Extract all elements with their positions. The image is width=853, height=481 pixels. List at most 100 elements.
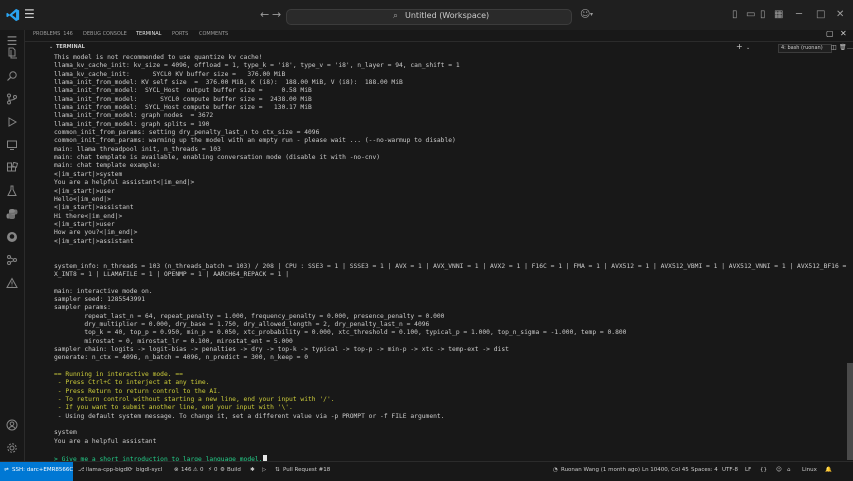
minimize-icon[interactable]: ─ <box>796 9 802 20</box>
copilot-status-icon[interactable]: ☺ <box>776 467 782 473</box>
remote-explorer-icon[interactable] <box>4 137 20 153</box>
chevron-down-icon[interactable]: ⌄ <box>746 45 750 51</box>
os-label[interactable]: Linux <box>802 467 817 473</box>
terminal-line: sampler seed: 1285543991 <box>54 295 145 303</box>
activity-bar: ☰ <box>0 30 25 461</box>
build-label[interactable]: Build <box>227 467 241 473</box>
terminal-line: == Running in interactive mode. == <box>54 371 183 379</box>
terminal-line: Hi there<|im_end|> <box>54 212 123 220</box>
terminal-line: - Press Return to return control to the … <box>54 387 221 395</box>
copilot-icon[interactable]: ☺ <box>580 9 590 20</box>
forward-arrow-icon[interactable]: → <box>272 8 281 21</box>
terminal-output[interactable]: This model is not recommended to use qua… <box>54 54 850 461</box>
terminal-line: llama_kv_cache_init: SYCL0 KV buffer siz… <box>54 70 286 78</box>
terminal-line: main: chat template is available, enabli… <box>54 154 381 162</box>
testing-icon[interactable] <box>4 183 20 199</box>
cursor-position[interactable]: Ln 10400, Col 45 <box>642 467 689 473</box>
trash-icon[interactable]: 🗑 <box>839 44 847 51</box>
warnings-count[interactable]: 0 <box>200 467 204 473</box>
title-bar: ☰ ← → ⌕ Untitled (Workspace) ☺ ▾ ▯ ▭ ▯ ▦… <box>0 0 853 31</box>
panel-maximize-icon[interactable]: ▢ <box>826 29 834 38</box>
terminal-selector[interactable]: 4: bash (ruonan) <box>778 44 832 53</box>
toggle-panel-icon[interactable]: ▭ <box>746 9 755 20</box>
settings-gear-icon[interactable] <box>4 440 20 456</box>
customize-layout-icon[interactable]: ▦ <box>774 9 783 20</box>
containers-icon[interactable] <box>4 252 20 268</box>
problems-count-badge: 146 <box>63 31 73 37</box>
chevron-down-icon[interactable]: ⌄ <box>49 44 53 50</box>
terminal-line: X_INT8 = 1 | LLAMAFILE = 1 | OPENMP = 1 … <box>54 270 290 278</box>
more-actions-icon[interactable]: … <box>847 44 853 51</box>
terminal-line: How are you?<|im_end|> <box>54 229 138 237</box>
panel-close-icon[interactable]: ✕ <box>840 29 847 38</box>
play-icon[interactable]: ▷ <box>262 467 266 473</box>
ports-icon: ⚡ <box>208 467 212 473</box>
python-icon[interactable] <box>4 206 20 222</box>
terminal-line: <|im_start|>assistant <box>54 237 134 245</box>
chevron-down-icon[interactable]: ▾ <box>590 11 593 18</box>
terminal-line: llama_init_from_model: SYCL_Host output … <box>54 87 312 95</box>
terminal-section-title: TERMINAL <box>56 44 85 50</box>
terminal-line: main: chat template example: <box>54 162 161 170</box>
search-icon: ⌕ <box>393 11 399 21</box>
back-arrow-icon[interactable]: ← <box>260 8 269 21</box>
source-control-icon[interactable] <box>4 91 20 107</box>
terminal-line: llama_init_from_model: KV self size = 37… <box>54 79 403 87</box>
indentation[interactable]: Spaces: 4 <box>691 467 718 473</box>
pull-request-label[interactable]: Pull Request #18 <box>283 467 330 473</box>
search-icon[interactable] <box>4 68 20 84</box>
terminal-line: dry_multiplier = 0.000, dry_base = 1.750… <box>54 321 430 328</box>
terminal-line: - Using default system message. To chang… <box>54 412 445 420</box>
terminal-line: <|im_start|>system <box>54 170 123 178</box>
terminal-line: main: llama threadpool init, n_threads =… <box>54 145 221 153</box>
accounts-icon[interactable] <box>4 417 20 433</box>
close-window-icon[interactable]: ✕ <box>836 9 844 20</box>
remote-indicator[interactable]: ⇌ SSH: darc+EMR8566C <box>0 462 73 481</box>
toggle-secondary-sidebar-icon[interactable]: ▯ <box>760 9 766 20</box>
sync-label[interactable]: bigdl-sycl <box>136 467 162 473</box>
terminal-line: - If you want to submit another line, en… <box>54 404 293 412</box>
problems-count[interactable]: 146 <box>181 467 192 473</box>
branch-label[interactable]: llama-cpp-bigdl <box>86 467 129 473</box>
terminal-line: You are a helpful assistant <box>54 437 157 445</box>
extensions-icon[interactable] <box>4 160 20 176</box>
language-mode[interactable]: {} <box>760 467 767 473</box>
terminal-line: system <box>54 429 77 437</box>
encoding[interactable]: UTF-8 <box>722 467 738 473</box>
new-terminal-icon[interactable]: + <box>736 42 743 51</box>
split-terminal-icon[interactable]: ◫ <box>831 44 837 51</box>
remote-label: SSH: darc+EMR8566C <box>12 467 74 473</box>
remote-status-icon[interactable]: ⌂ <box>787 467 791 473</box>
bug-icon[interactable]: ✱ <box>250 467 255 473</box>
command-center-search[interactable]: ⌕ Untitled (Workspace) <box>286 9 572 25</box>
pull-request-icon: ⇅ <box>275 467 280 473</box>
tab-problems[interactable]: PROBLEMS 146 <box>33 30 73 41</box>
run-debug-icon[interactable] <box>4 114 20 130</box>
terminal-line: This model is not recommended to use qua… <box>54 54 263 61</box>
terminal-scrollbar[interactable] <box>847 363 853 460</box>
tab-debug-console[interactable]: DEBUG CONSOLE <box>83 30 127 41</box>
panel-tabs: PROBLEMS 146 DEBUG CONSOLE TERMINAL PORTS… <box>25 30 853 42</box>
tab-ports[interactable]: PORTS <box>172 30 188 41</box>
ports-count[interactable]: 0 <box>214 467 218 473</box>
github-icon[interactable] <box>4 229 20 245</box>
git-blame-label[interactable]: Ruonan Wang (1 month ago) <box>561 467 640 473</box>
terminal-line: <|im_start|>user <box>54 220 115 228</box>
toggle-sidebar-icon[interactable]: ▯ <box>732 9 738 20</box>
bell-icon[interactable]: 🔔 <box>825 467 832 473</box>
warning-triangle-icon[interactable] <box>4 275 20 291</box>
maximize-icon[interactable]: □ <box>816 9 825 20</box>
terminal-line: - Press Ctrl+C to interject at any time. <box>54 379 210 387</box>
tab-comments[interactable]: COMMENTS <box>199 30 228 41</box>
end-of-line[interactable]: LF <box>745 467 751 473</box>
explorer-icon[interactable] <box>4 45 20 61</box>
terminal-line: You are a helpful assistant<|im_end|> <box>54 179 195 187</box>
terminal-line: - To return control without starting a n… <box>54 396 335 404</box>
menu-icon[interactable]: ☰ <box>24 7 35 21</box>
terminal-line: sampler params: <box>54 304 111 312</box>
